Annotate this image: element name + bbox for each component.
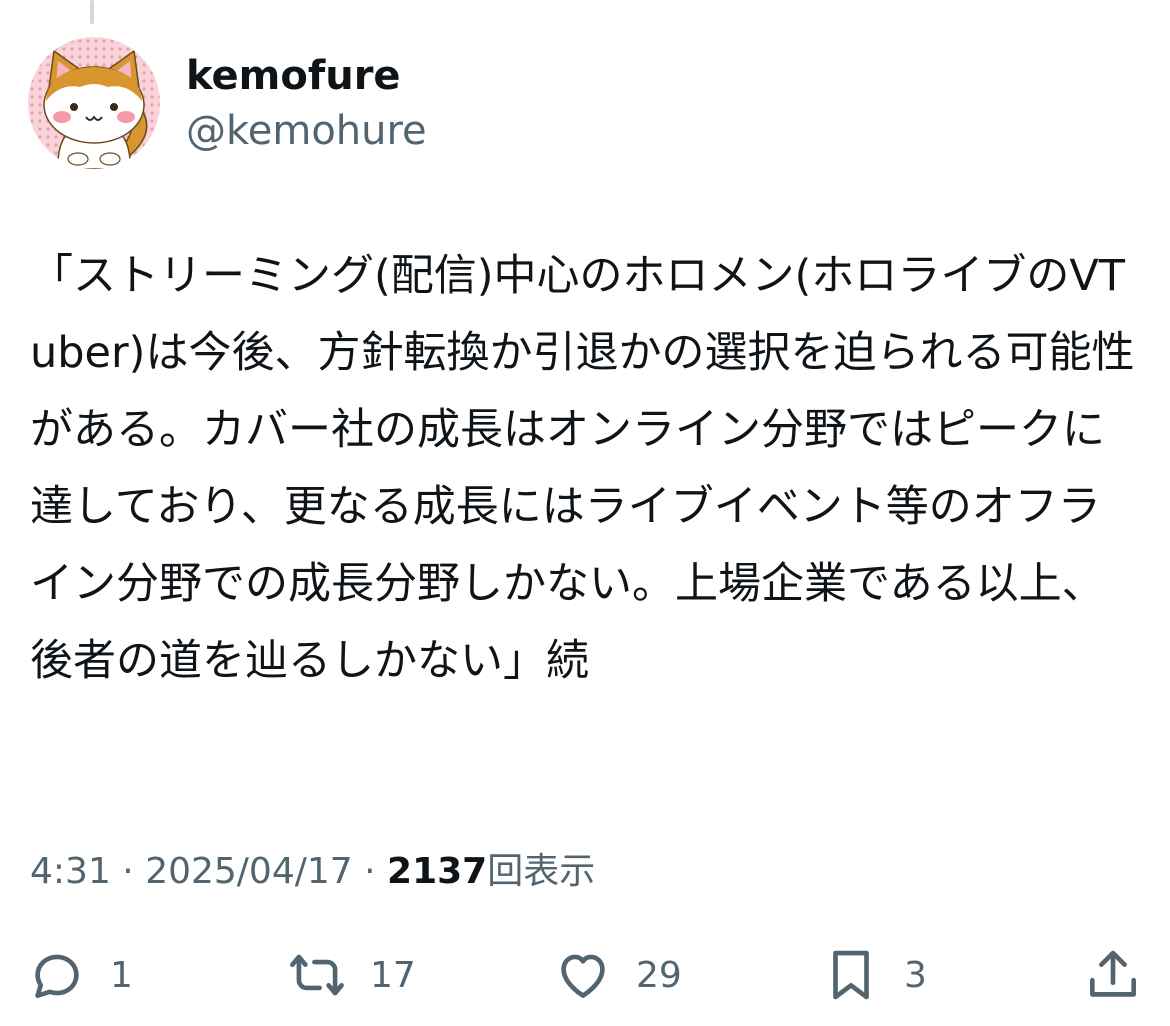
bookmark-icon [820, 944, 882, 1006]
like-button[interactable]: 29 [552, 940, 682, 1010]
reply-count: 1 [110, 954, 133, 996]
bookmark-count: 3 [904, 954, 927, 996]
retweet-icon [286, 944, 348, 1006]
author-display-name[interactable]: kemofure [186, 50, 401, 102]
like-icon [552, 944, 614, 1006]
tweet-date[interactable]: 2025/04/17 [145, 851, 353, 892]
cat-avatar-image [28, 37, 160, 169]
reply-button[interactable]: 1 [26, 940, 133, 1010]
bookmark-button[interactable]: 3 [820, 940, 927, 1010]
retweet-button[interactable]: 17 [286, 940, 416, 1010]
tweet-time[interactable]: 4:31 [30, 851, 111, 892]
reply-icon [26, 944, 88, 1006]
meta-separator: · [110, 851, 146, 892]
avatar[interactable] [28, 37, 160, 169]
author-handle[interactable]: @kemohure [186, 105, 427, 157]
retweet-count: 17 [370, 954, 416, 996]
share-icon [1082, 944, 1144, 1006]
meta-separator: · [352, 851, 388, 892]
tweet-text: 「ストリーミング(配信)中心のホロメン(ホロライブのVTuber)は今後、方針転… [30, 251, 1135, 686]
share-button[interactable] [1082, 940, 1144, 1010]
views-count: 2137 [387, 851, 488, 892]
thread-connector-line [90, 0, 94, 24]
tweet-action-bar: 1 17 29 3 [0, 940, 1170, 1010]
tweet-metadata: 4:31 · 2025/04/17 · 2137回表示 [30, 848, 595, 896]
like-count: 29 [636, 954, 682, 996]
views-label: 回表示 [487, 851, 596, 892]
